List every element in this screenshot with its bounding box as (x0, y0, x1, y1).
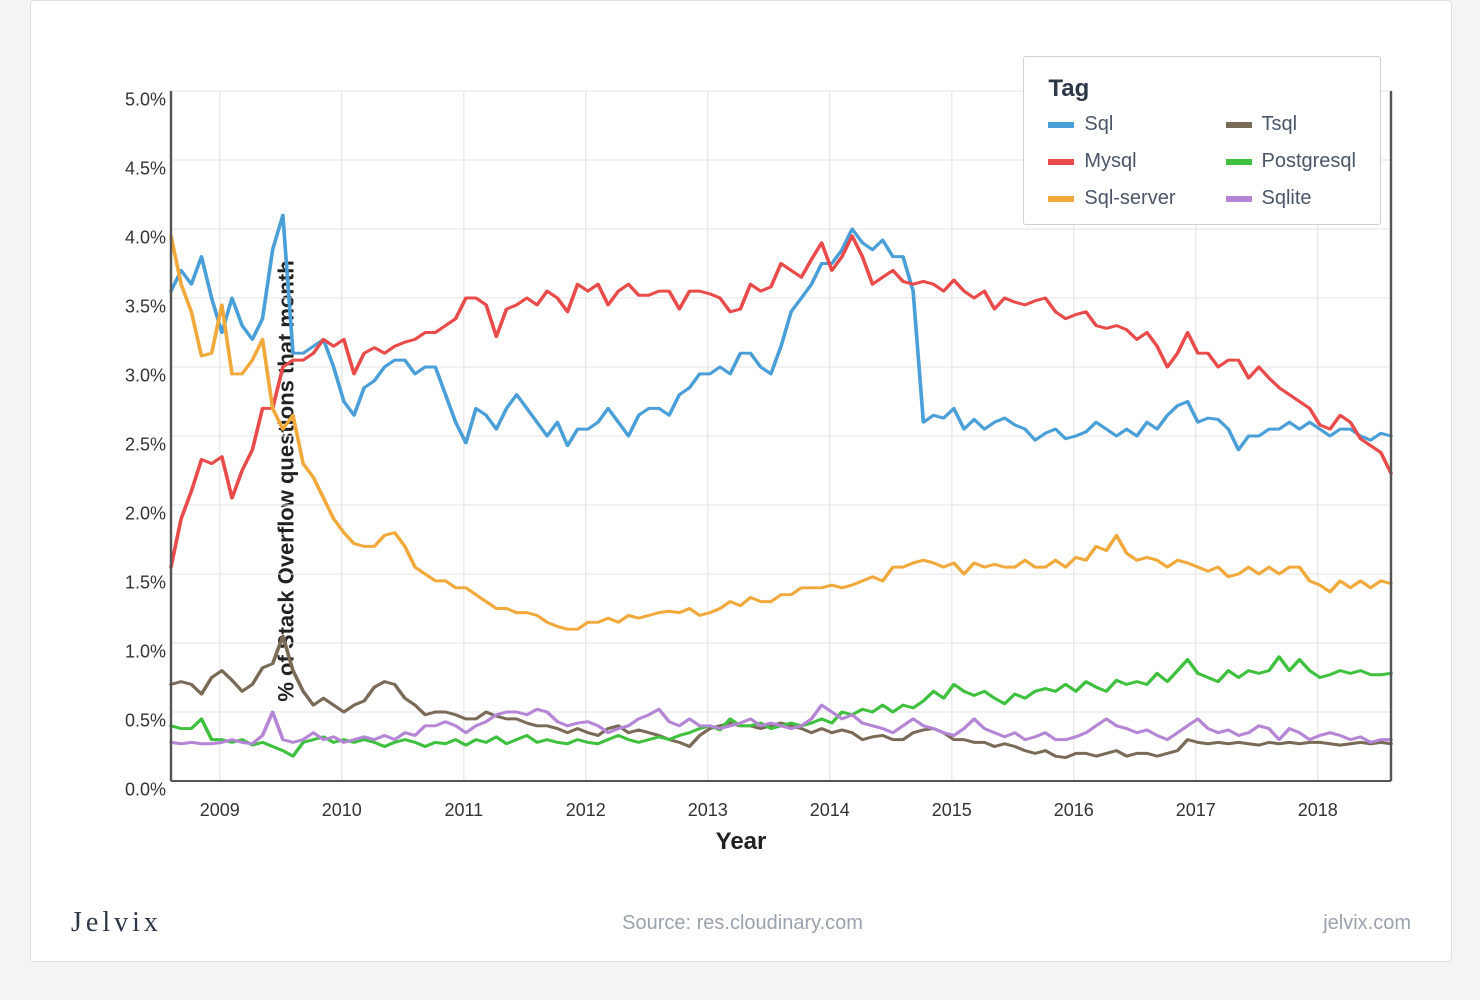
footer: Jelvix Source: res.cloudinary.com jelvix… (31, 907, 1451, 939)
legend-item-postgresql: Postgresql (1226, 150, 1357, 173)
y-tick: 2.5% (125, 435, 166, 456)
x-tick: 2018 (1298, 800, 1338, 821)
y-tick: 2.0% (125, 504, 166, 525)
source-text: Source: res.cloudinary.com (622, 912, 863, 935)
x-axis-label: Year (31, 828, 1451, 856)
y-tick: 3.5% (125, 297, 166, 318)
legend-label: Sql (1084, 113, 1113, 136)
brand-logo: Jelvix (71, 907, 162, 939)
series-sqlite (171, 705, 1391, 744)
legend-label: Postgresql (1262, 150, 1357, 173)
x-tick: 2017 (1176, 800, 1216, 821)
legend-item-mysql: Mysql (1048, 150, 1175, 173)
series-sql-server (171, 236, 1391, 629)
y-tick: 1.0% (125, 642, 166, 663)
legend-label: Mysql (1084, 150, 1136, 173)
x-tick: 2015 (932, 800, 972, 821)
legend-item-sql-server: Sql-server (1048, 187, 1175, 210)
x-tick: 2012 (566, 800, 606, 821)
x-tick: 2014 (810, 800, 850, 821)
y-tick: 4.5% (125, 159, 166, 180)
chart-card: % of Stack Overflow questions that month… (30, 0, 1452, 962)
legend-swatch-icon (1226, 196, 1252, 202)
y-tick: 5.0% (125, 90, 166, 111)
legend-title: Tag (1048, 75, 1356, 103)
x-tick: 2011 (444, 800, 483, 821)
x-tick: 2010 (322, 800, 362, 821)
y-tick: 3.0% (125, 366, 166, 387)
legend-label: Tsql (1262, 113, 1298, 136)
legend-item-sqlite: Sqlite (1226, 187, 1357, 210)
legend-swatch-icon (1226, 159, 1252, 165)
y-tick: 4.0% (125, 228, 166, 249)
y-tick: 0.5% (125, 711, 166, 732)
legend-swatch-icon (1048, 122, 1074, 128)
x-tick: 2009 (200, 800, 240, 821)
series-sql (171, 215, 1391, 450)
y-tick: 0.0% (125, 780, 166, 801)
y-tick: 1.5% (125, 573, 166, 594)
legend-swatch-icon (1048, 159, 1074, 165)
series-mysql (171, 236, 1391, 567)
x-tick: 2016 (1054, 800, 1094, 821)
legend-item-sql: Sql (1048, 113, 1175, 136)
legend-swatch-icon (1226, 122, 1252, 128)
legend-item-tsql: Tsql (1226, 113, 1357, 136)
x-tick: 2013 (688, 800, 728, 821)
legend-label: Sql-server (1084, 187, 1175, 210)
legend-swatch-icon (1048, 196, 1074, 202)
legend: Tag Sql Mysql Sql-server Tsql Postgresql Sqli… (1023, 56, 1381, 225)
legend-label: Sqlite (1262, 187, 1312, 210)
site-link: jelvix.com (1323, 912, 1411, 935)
